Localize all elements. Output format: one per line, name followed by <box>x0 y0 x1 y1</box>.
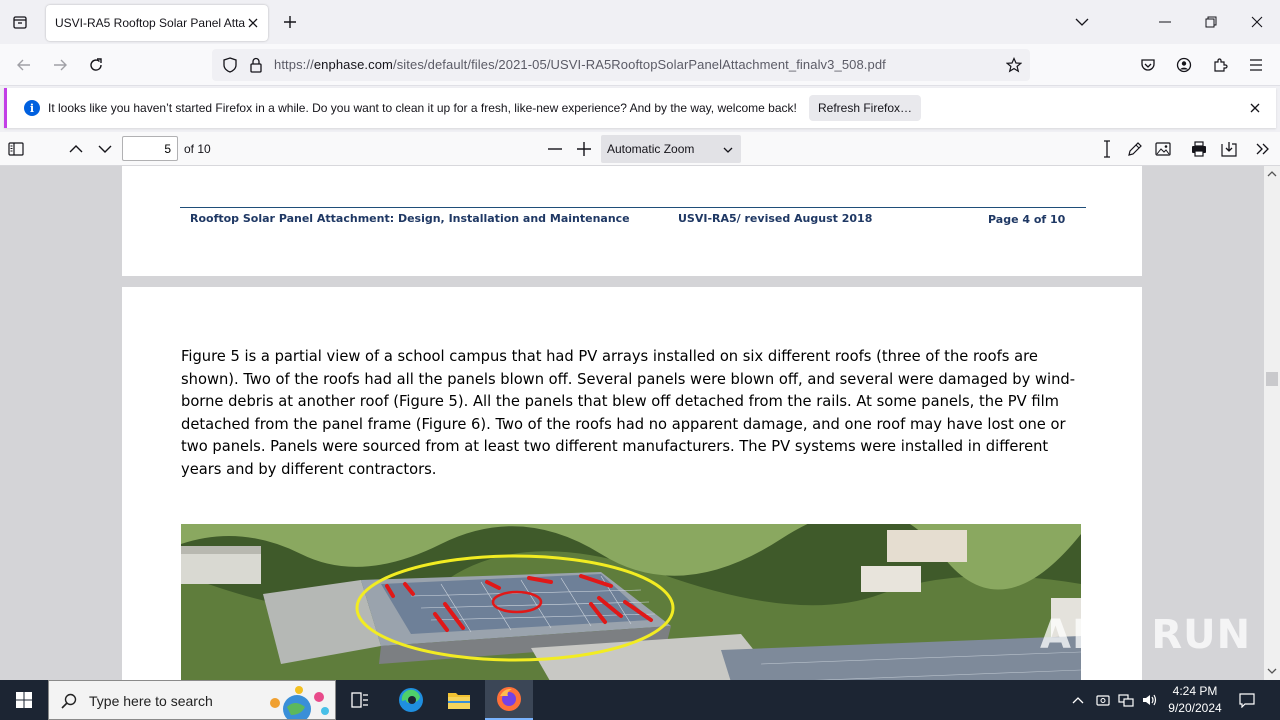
roof-damage-photo <box>181 524 1081 680</box>
zoom-select-value: Automatic Zoom <box>607 142 695 156</box>
save-icon[interactable] <box>1216 136 1242 162</box>
reload-icon[interactable] <box>82 51 110 79</box>
edge-icon[interactable] <box>387 680 435 720</box>
zoom-select[interactable]: Automatic Zoom <box>601 135 741 163</box>
pdf-toolbar: of 10 Automatic Zoom <box>0 132 1280 166</box>
notification-bar: i It looks like you haven’t started Fire… <box>4 88 1276 128</box>
tab-title: USVI-RA5 Rooftop Solar Panel Attac <box>55 16 245 30</box>
page-number-input[interactable] <box>122 136 178 161</box>
url-prefix: https:// <box>274 57 314 72</box>
pdf-page-previous: Rooftop Solar Panel Attachment: Design, … <box>122 166 1142 276</box>
search-highlight-icon <box>270 686 329 719</box>
windows-start-icon[interactable] <box>0 680 48 720</box>
list-all-tabs-icon[interactable] <box>1062 6 1102 38</box>
show-hidden-icons-icon[interactable] <box>1068 690 1088 710</box>
network-icon[interactable] <box>1116 690 1136 710</box>
tools-menu-icon[interactable] <box>1250 136 1276 162</box>
taskbar: Type here to search 4:24 PM 9/20/2024 <box>0 680 1280 720</box>
menu-icon[interactable] <box>1242 51 1270 79</box>
tab-list-icon[interactable] <box>6 8 34 36</box>
tab-strip: USVI-RA5 Rooftop Solar Panel Attac <box>0 0 1280 44</box>
clock-time: 4:24 PM <box>1172 684 1218 698</box>
pdf-page-current: Figure 5 is a partial view of a school c… <box>122 287 1142 680</box>
taskbar-search-box[interactable]: Type here to search <box>48 680 336 720</box>
running-header-page: Page 4 of 10 <box>988 213 1066 226</box>
scroll-down-icon[interactable] <box>1267 666 1277 676</box>
chevron-down-icon <box>723 143 733 157</box>
next-page-icon[interactable] <box>92 136 118 162</box>
back-icon[interactable] <box>10 51 38 79</box>
scrollbar-thumb[interactable] <box>1266 372 1278 386</box>
draw-icon[interactable] <box>1122 136 1148 162</box>
close-window-icon[interactable] <box>1237 6 1277 38</box>
zoom-out-icon[interactable] <box>542 136 568 162</box>
search-icon <box>61 693 77 709</box>
meet-now-icon[interactable] <box>1093 690 1113 710</box>
notification-close-icon[interactable] <box>1246 99 1264 117</box>
bookmark-star-icon[interactable] <box>1004 55 1024 75</box>
print-icon[interactable] <box>1186 136 1212 162</box>
file-explorer-icon[interactable] <box>435 680 483 720</box>
add-image-icon[interactable] <box>1150 136 1176 162</box>
active-tab[interactable]: USVI-RA5 Rooftop Solar Panel Attac <box>46 5 268 41</box>
restore-icon[interactable] <box>1191 6 1231 38</box>
body-paragraph: Figure 5 is a partial view of a school c… <box>181 348 1076 478</box>
clock-date: 9/20/2024 <box>1168 701 1222 715</box>
url-domain: enphase.com <box>313 57 393 72</box>
account-icon[interactable] <box>1170 51 1198 79</box>
pocket-icon[interactable] <box>1134 51 1162 79</box>
scroll-up-icon[interactable] <box>1267 169 1277 179</box>
refresh-firefox-button[interactable]: Refresh Firefox… <box>809 95 921 121</box>
search-placeholder: Type here to search <box>89 693 213 709</box>
firefox-icon[interactable] <box>485 680 533 720</box>
running-header-report: USVI-RA5/ revised August 2018 <box>678 212 873 225</box>
notification-message: It looks like you haven’t started Firefo… <box>48 101 797 115</box>
system-clock[interactable]: 4:24 PM 9/20/2024 <box>1163 683 1227 717</box>
page-count: of 10 <box>184 142 211 156</box>
notifications-icon[interactable] <box>1237 690 1257 710</box>
tab-close-icon[interactable] <box>244 14 262 32</box>
extensions-icon[interactable] <box>1206 51 1234 79</box>
zoom-in-icon[interactable] <box>571 136 597 162</box>
volume-icon[interactable] <box>1140 690 1160 710</box>
anyrun-watermark: ANY RUN <box>1040 612 1252 658</box>
header-rule <box>180 207 1086 208</box>
vertical-scrollbar[interactable] <box>1264 166 1280 680</box>
previous-page-icon[interactable] <box>63 136 89 162</box>
url-text: https://enphase.com/sites/default/files/… <box>274 57 886 72</box>
pdf-viewer[interactable]: Rooftop Solar Panel Attachment: Design, … <box>0 166 1264 680</box>
navigation-bar: https://enphase.com/sites/default/files/… <box>0 44 1280 86</box>
running-header-title: Rooftop Solar Panel Attachment: Design, … <box>190 212 630 225</box>
tracking-protection-icon[interactable] <box>220 55 240 75</box>
forward-icon[interactable] <box>46 51 74 79</box>
task-view-icon[interactable] <box>336 680 384 720</box>
minimize-icon[interactable] <box>1145 6 1185 38</box>
new-tab-icon[interactable] <box>278 10 302 34</box>
sidebar-toggle-icon[interactable] <box>3 136 29 162</box>
url-bar[interactable]: https://enphase.com/sites/default/files/… <box>212 49 1030 81</box>
info-icon: i <box>24 100 40 116</box>
lock-icon[interactable] <box>246 55 266 75</box>
text-select-icon[interactable] <box>1094 136 1120 162</box>
url-path: /sites/default/files/2021-05/USVI-RA5Roo… <box>392 57 886 72</box>
